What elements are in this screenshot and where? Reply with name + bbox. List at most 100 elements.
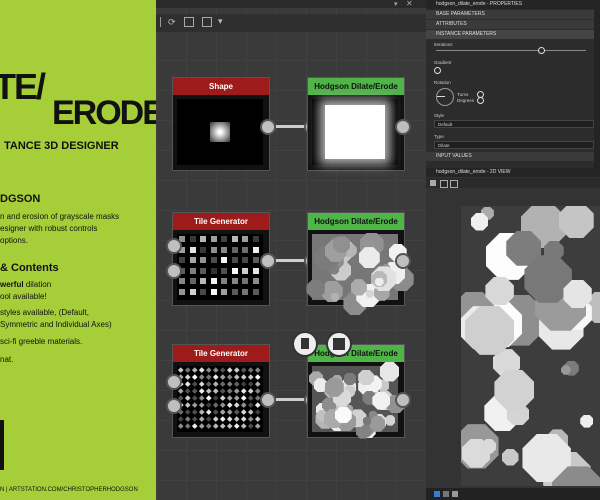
tile-cell	[213, 423, 219, 429]
node-thumbnail	[177, 366, 263, 432]
output-port[interactable]	[395, 392, 411, 408]
fit-icon[interactable]	[440, 180, 448, 188]
tile-cell	[213, 381, 219, 387]
channel-icon[interactable]	[450, 180, 458, 188]
node-thumbnail	[177, 99, 263, 165]
graph-view[interactable]: ⟳ ▾ ▾ ✕ Shape Hodgson Dilate/Erode Tile …	[156, 0, 426, 500]
promo-content-line5: sci-fi greeble materials.	[0, 337, 83, 346]
graph-close-icon[interactable]: ✕	[406, 0, 413, 8]
properties-scrollbar[interactable]	[594, 0, 600, 168]
camera-icon[interactable]	[430, 180, 436, 186]
input-port[interactable]	[166, 374, 182, 390]
channel-icon-1[interactable]	[434, 491, 440, 497]
node-title: Hodgson Dilate/Erode	[308, 78, 404, 95]
tile-cell	[241, 409, 247, 415]
tile-cell	[248, 423, 254, 429]
tile-cell	[227, 374, 233, 380]
node-preview-button[interactable]	[326, 331, 352, 357]
node-thumbnail	[312, 99, 398, 165]
tile-cell	[231, 246, 238, 253]
tile-cell	[255, 402, 261, 408]
iterations-slider[interactable]	[436, 50, 586, 51]
tile-cell	[200, 278, 206, 284]
tile-cell	[242, 278, 248, 284]
tile-cell	[252, 267, 259, 274]
rotation-dial[interactable]	[436, 88, 454, 106]
section-instance-parameters[interactable]: INSTANCE PARAMETERS	[426, 30, 600, 39]
tile-cell	[242, 236, 248, 242]
node-tile-generator-1[interactable]: Tile Generator	[172, 212, 270, 306]
tile-cell	[192, 402, 198, 408]
input-port[interactable]	[166, 263, 182, 279]
node-title: Shape	[173, 78, 269, 95]
dropdown-icon[interactable]: ▾	[218, 16, 223, 27]
node-dilate-erode-3[interactable]: Hodgson Dilate/Erode	[307, 344, 405, 439]
node-tile-generator-2[interactable]: Tile Generator	[172, 344, 270, 438]
octagon-shape	[334, 406, 352, 424]
node-title: Tile Generator	[173, 213, 269, 230]
tile-cell	[192, 423, 198, 429]
tile-cell	[248, 395, 254, 401]
tile-cell	[252, 246, 259, 253]
tile-cell	[185, 367, 191, 373]
tile-cell	[200, 257, 206, 263]
section-input-values[interactable]: INPUT VALUES	[426, 152, 600, 161]
tile-cell	[227, 367, 233, 373]
promo-author: DGSON	[0, 193, 41, 205]
style-label: Style	[434, 113, 445, 118]
node-info-button[interactable]	[292, 331, 318, 357]
octagon-shape	[563, 279, 592, 309]
octagon-shape	[343, 372, 357, 386]
graph-menu-icon[interactable]: ▾	[394, 0, 398, 8]
output-port[interactable]	[260, 119, 276, 135]
section-base-parameters[interactable]: BASE PARAMETERS	[426, 10, 600, 19]
tile-cell	[189, 257, 196, 263]
style-dropdown[interactable]: Default	[434, 120, 594, 128]
tile-cell	[241, 367, 247, 373]
node-thumbnail	[306, 232, 414, 316]
tile-cell	[213, 395, 219, 401]
refresh-icon[interactable]: ⟳	[168, 18, 176, 27]
octagon-shape	[330, 292, 340, 302]
section-attributes[interactable]: ATTRIBUTES	[426, 20, 600, 29]
channel-icon-2[interactable]	[443, 491, 449, 497]
octagon-shape	[306, 279, 325, 299]
promo-edge-mark	[0, 420, 4, 470]
iterations-slider-handle[interactable]	[538, 47, 545, 54]
tile-cell	[234, 416, 240, 422]
input-port[interactable]	[166, 238, 182, 254]
tile-cell	[192, 374, 198, 380]
frame-icon[interactable]	[184, 17, 194, 27]
node-dilate-erode-1[interactable]: Hodgson Dilate/Erode	[307, 77, 405, 171]
view-2d-toolbar	[426, 178, 600, 188]
tile-cell	[234, 374, 240, 380]
tile-cell	[178, 423, 184, 429]
degrees-radio[interactable]	[477, 97, 484, 104]
output-port[interactable]	[395, 253, 411, 269]
connection-wire	[276, 398, 306, 401]
tile-cell	[189, 267, 196, 274]
input-port[interactable]	[166, 398, 182, 414]
promo-desc-line2: esigner with robust controls	[0, 224, 98, 233]
tile-cell	[185, 409, 191, 415]
view-2d-canvas[interactable]	[461, 206, 600, 486]
tile-cell	[227, 381, 233, 387]
tile-cell	[199, 374, 205, 380]
output-port[interactable]	[395, 119, 411, 135]
tile-cell	[179, 288, 185, 295]
output-port[interactable]	[260, 253, 276, 269]
tile-cell	[252, 278, 259, 284]
node-dilate-erode-2[interactable]: Hodgson Dilate/Erode	[306, 212, 414, 316]
tile-cell	[241, 416, 247, 422]
tile-cell	[241, 423, 247, 429]
type-dropdown[interactable]: Dilate	[434, 141, 594, 149]
output-port[interactable]	[260, 392, 276, 408]
promo-title-line1: TE/	[0, 66, 46, 107]
connection-wire	[276, 259, 306, 262]
channel-icon-3[interactable]	[452, 491, 458, 497]
tile-cell	[206, 388, 212, 394]
grid-icon[interactable]	[202, 17, 212, 27]
tile-cell	[210, 278, 217, 284]
gradient-toggle[interactable]	[434, 67, 441, 74]
node-shape[interactable]: Shape	[172, 77, 270, 171]
